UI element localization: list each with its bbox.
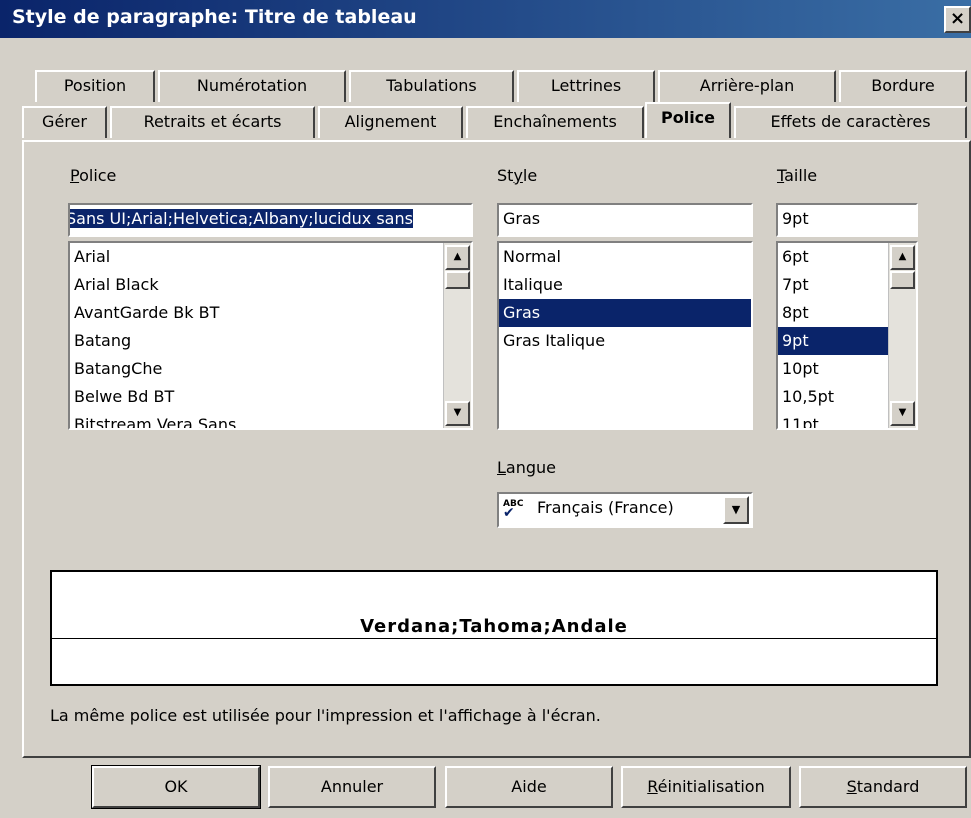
- style-list[interactable]: Normal Italique Gras Gras Italique: [497, 241, 753, 430]
- style-label: Style: [497, 166, 538, 185]
- list-item[interactable]: 6pt: [778, 243, 888, 271]
- preview-text: Verdana;Tahoma;Andale: [358, 616, 630, 637]
- list-item[interactable]: 10,5pt: [778, 383, 888, 411]
- tab-police[interactable]: Police: [645, 102, 731, 138]
- list-item[interactable]: 11pt: [778, 411, 888, 428]
- language-value: Français (France): [537, 498, 674, 517]
- tab-enchainements[interactable]: Enchaînements: [466, 106, 644, 138]
- reset-button[interactable]: Réinitialisation: [621, 766, 791, 808]
- font-label: Police: [70, 166, 117, 185]
- size-list-items: 6pt 7pt 8pt 9pt 10pt 10,5pt 11pt: [778, 243, 888, 428]
- scroll-down-icon[interactable]: ▼: [890, 401, 915, 426]
- size-input[interactable]: 9pt: [776, 203, 918, 237]
- list-item[interactable]: Normal: [499, 243, 751, 271]
- window-title: Style de paragraphe: Titre de tableau: [12, 6, 417, 28]
- tab-bordure[interactable]: Bordure: [839, 70, 967, 102]
- list-item-selected[interactable]: 9pt: [778, 327, 888, 355]
- style-input[interactable]: Gras: [497, 203, 753, 237]
- list-item[interactable]: Arial: [70, 243, 471, 271]
- close-button[interactable]: ×: [944, 6, 971, 33]
- font-list-scrollbar[interactable]: ▲ ▼: [443, 243, 471, 428]
- scroll-up-icon[interactable]: ▲: [445, 245, 470, 270]
- font-name-input[interactable]: Sans UI;Arial;Helvetica;Albany;lucidux s…: [68, 203, 473, 237]
- tab-arriere-plan[interactable]: Arrière-plan: [658, 70, 836, 102]
- tab-gerer[interactable]: Gérer: [22, 106, 107, 138]
- title-bar[interactable]: Style de paragraphe: Titre de tableau ×: [0, 0, 971, 38]
- cancel-button[interactable]: Annuler: [268, 766, 436, 808]
- size-label: Taille: [777, 166, 818, 185]
- list-item[interactable]: Gras Italique: [499, 327, 751, 355]
- info-text: La même police est utilisée pour l'impre…: [50, 706, 601, 725]
- chevron-down-icon[interactable]: ▼: [723, 496, 749, 524]
- list-item[interactable]: BatangChe: [70, 355, 471, 383]
- list-item[interactable]: Bitstream Vera Sans: [70, 411, 471, 428]
- tab-position[interactable]: Position: [35, 70, 155, 102]
- tab-alignement[interactable]: Alignement: [318, 106, 463, 138]
- list-item[interactable]: 8pt: [778, 299, 888, 327]
- size-list[interactable]: 6pt 7pt 8pt 9pt 10pt 10,5pt 11pt ▲ ▼: [776, 241, 918, 430]
- ok-button[interactable]: OK: [91, 765, 261, 809]
- spellcheck-icon: ABC ✔: [503, 499, 524, 521]
- tab-effets-de-caracteres[interactable]: Effets de caractères: [734, 106, 967, 138]
- list-item[interactable]: 10pt: [778, 355, 888, 383]
- list-item[interactable]: Arial Black: [70, 271, 471, 299]
- language-select[interactable]: ABC ✔ Français (France) ▼: [497, 492, 753, 528]
- language-label: Langue: [497, 458, 557, 477]
- tab-tabulations[interactable]: Tabulations: [349, 70, 514, 102]
- size-list-scrollbar[interactable]: ▲ ▼: [888, 243, 916, 428]
- list-item[interactable]: Italique: [499, 271, 751, 299]
- tab-retraits-et-ecarts[interactable]: Retraits et écarts: [110, 106, 315, 138]
- font-preview: Verdana;Tahoma;Andale: [50, 570, 938, 686]
- font-list-items: Arial Arial Black AvantGarde Bk BT Batan…: [70, 243, 471, 428]
- list-item[interactable]: AvantGarde Bk BT: [70, 299, 471, 327]
- font-list[interactable]: Arial Arial Black AvantGarde Bk BT Batan…: [68, 241, 473, 430]
- list-item[interactable]: Batang: [70, 327, 471, 355]
- help-button[interactable]: Aide: [445, 766, 613, 808]
- scroll-down-icon[interactable]: ▼: [445, 401, 470, 426]
- scroll-up-icon[interactable]: ▲: [890, 245, 915, 270]
- list-item[interactable]: 7pt: [778, 271, 888, 299]
- tab-lettrines[interactable]: Lettrines: [517, 70, 655, 102]
- scroll-thumb[interactable]: [890, 271, 915, 289]
- preview-text-wrap: Verdana;Tahoma;Andale: [52, 616, 936, 637]
- list-item-selected[interactable]: Gras: [499, 299, 751, 327]
- scroll-thumb[interactable]: [445, 271, 470, 289]
- list-item[interactable]: Belwe Bd BT: [70, 383, 471, 411]
- preview-baseline: [52, 638, 936, 639]
- standard-button[interactable]: Standard: [799, 766, 967, 808]
- tab-numerotation[interactable]: Numérotation: [158, 70, 346, 102]
